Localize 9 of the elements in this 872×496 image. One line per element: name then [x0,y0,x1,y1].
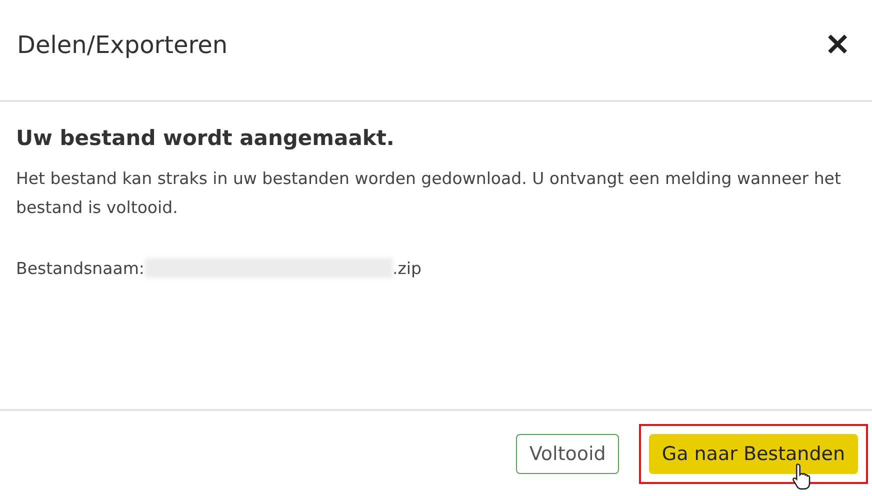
go-to-files-button[interactable]: Ga naar Bestanden [648,434,858,474]
filename-label: Bestandsnaam: [16,258,144,278]
filename-extension: .zip [392,258,422,278]
hand-cursor-icon [790,462,813,490]
dialog-heading: Uw bestand wordt aangemaakt. [16,126,396,150]
dialog-title: Delen/Exporteren [17,31,228,59]
message-text: Het bestand kan straks in uw bestanden worden gedownload. U ontvangt een melding wanneer het bestand is voltooid. [16,168,842,219]
done-button[interactable]: Voltooid [516,434,619,474]
close-button[interactable]: ✕ [821,27,854,63]
